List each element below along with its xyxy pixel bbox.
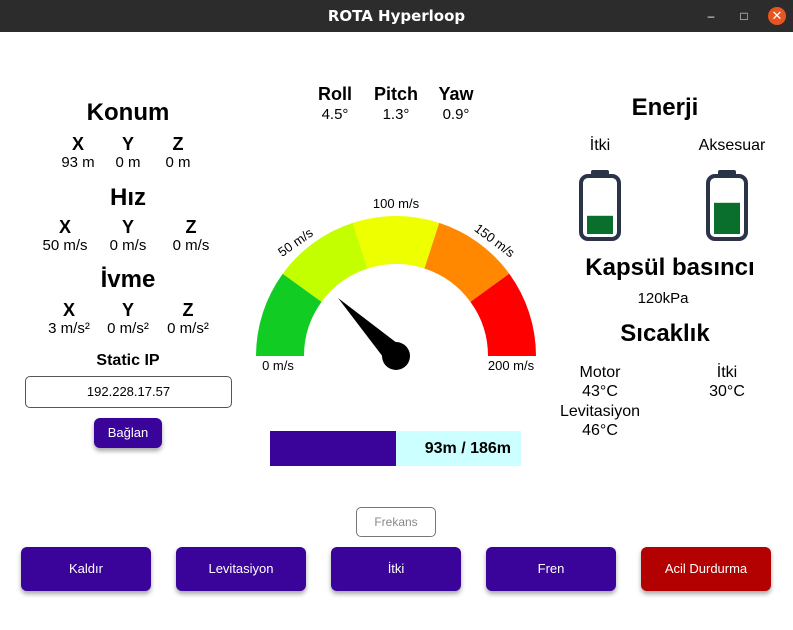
speed-x-value: 50 m/s (42, 237, 88, 254)
gauge-label-100: 100 m/s (373, 196, 420, 211)
accel-z: Z 0 m/s² (153, 300, 223, 338)
temp-levitation-label: Levitasiyon (559, 403, 641, 420)
temp-motor: Motor 43°C (560, 363, 640, 401)
energy-title: Enerji (631, 94, 699, 121)
position-title: Konum (86, 99, 170, 126)
emergency-stop-button[interactable]: Acil Durdurma (641, 547, 771, 591)
gauge-zone-yellow (352, 216, 440, 269)
title-bar: ROTA Hyperloop – □ ✕ (0, 0, 793, 32)
connect-button[interactable]: Bağlan (94, 418, 162, 448)
distance-progress-fill (270, 431, 396, 466)
accel-z-label: Z (182, 300, 194, 320)
ip-input[interactable]: 192.228.17.57 (25, 376, 232, 408)
speed-x-label: X (58, 217, 71, 237)
thrust-button[interactable]: İtki (331, 547, 461, 591)
speed-z-label: Z (185, 217, 197, 237)
roll-value: 4.5° (321, 106, 349, 123)
temp-levitation-value: 46°C (582, 422, 618, 439)
gauge-label-200: 200 m/s (488, 358, 535, 373)
levitation-button[interactable]: Levitasiyon (176, 547, 306, 591)
speed-z: Z 0 m/s (156, 217, 226, 255)
position-z-value: 0 m (165, 154, 191, 171)
yaw-label: Yaw (438, 84, 474, 104)
window-title: ROTA Hyperloop (327, 7, 466, 25)
speed-y-value: 0 m/s (109, 237, 147, 254)
roll-label: Roll (318, 84, 352, 104)
temp-motor-label: Motor (579, 364, 621, 381)
roll-readout: Roll 4.5° (300, 84, 370, 124)
battery-accessory-fill (714, 202, 740, 234)
speed-y-label: Y (121, 217, 134, 237)
speed-z-value: 0 m/s (172, 237, 210, 254)
speed-y: Y 0 m/s (93, 217, 163, 255)
temperature-title: Sıcaklık (620, 320, 710, 347)
close-icon[interactable]: ✕ (768, 7, 786, 25)
speed-x: X 50 m/s (30, 217, 100, 255)
battery-thrust-icon (579, 170, 621, 241)
frequency-input[interactable]: Frekans (356, 507, 436, 537)
static-ip-label: Static IP (96, 352, 160, 369)
maximize-icon[interactable]: □ (735, 7, 753, 25)
distance-progress-text: 93m / 186m (424, 440, 511, 457)
lift-button[interactable]: Kaldır (21, 547, 151, 591)
pressure-title: Kapsül basıncı (585, 254, 755, 281)
temp-levitation: Levitasiyon 46°C (545, 402, 655, 440)
position-z-label: Z (172, 134, 184, 154)
position-z: Z 0 m (143, 134, 213, 172)
temp-motor-value: 43°C (582, 383, 618, 400)
temp-thrust-value: 30°C (709, 383, 745, 400)
gauge-hub (382, 342, 410, 370)
brake-button[interactable]: Fren (486, 547, 616, 591)
battery-thrust-fill (587, 215, 613, 234)
accel-title: İvme (100, 266, 156, 293)
accel-z-value: 0 m/s² (167, 320, 209, 337)
pressure-value: 120kPa (637, 290, 689, 307)
distance-progress-bar: 93m / 186m (270, 431, 521, 466)
battery-thrust-label: İtki (589, 137, 611, 154)
gauge-label-0: 0 m/s (262, 358, 294, 373)
battery-accessory-icon (706, 170, 748, 241)
temp-thrust-label: İtki (716, 364, 738, 381)
battery-accessory-label: Aksesuar (698, 137, 766, 154)
speed-title: Hız (110, 184, 146, 211)
minimize-icon[interactable]: – (702, 7, 720, 25)
speed-gauge: 0 m/s 50 m/s 100 m/s 150 m/s 200 m/s (256, 196, 536, 373)
yaw-readout: Yaw 0.9° (421, 84, 491, 124)
yaw-value: 0.9° (442, 106, 470, 123)
temp-thrust: İtki 30°C (687, 363, 767, 401)
